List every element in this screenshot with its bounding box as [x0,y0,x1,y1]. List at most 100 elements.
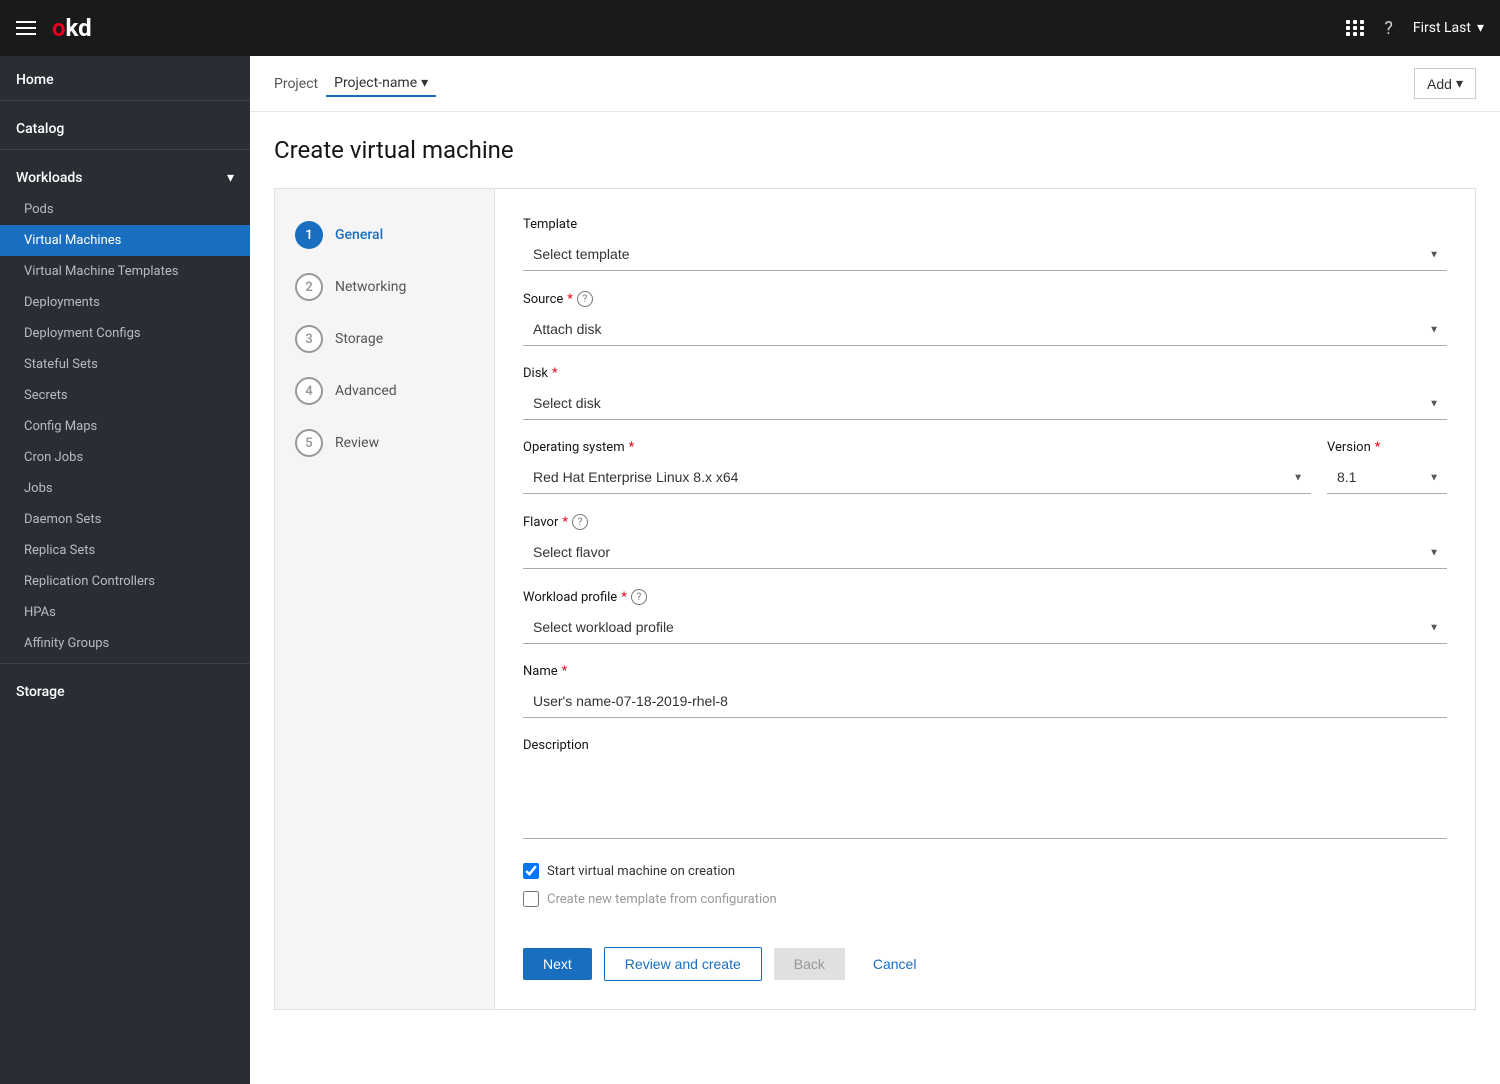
project-select-chevron-icon: ▾ [421,75,428,91]
source-label: Source * ? [523,291,1447,307]
wizard-steps: 1 General 2 Networking 3 Storage 4 Advan… [275,189,495,1009]
sidebar-item-replication-controllers[interactable]: Replication Controllers [0,566,250,597]
version-select-wrapper: 8.1 [1327,461,1447,494]
description-input[interactable] [523,759,1447,839]
next-button[interactable]: Next [523,948,592,980]
disk-label: Disk * [523,366,1447,381]
project-select[interactable]: Project-name ▾ [326,71,436,97]
wizard-step-advanced[interactable]: 4 Advanced [275,365,494,417]
start-vm-checkbox[interactable] [523,863,539,879]
review-and-create-button[interactable]: Review and create [604,947,762,981]
source-field-group: Source * ? Attach disk [523,291,1447,346]
add-button[interactable]: Add ▾ [1414,68,1476,99]
back-button: Back [774,948,845,980]
workload-help-icon[interactable]: ? [631,589,647,605]
step-num-storage: 3 [295,325,323,353]
sidebar-item-virtual-machine-templates[interactable]: Virtual Machine Templates [0,256,250,287]
user-menu-chevron-icon: ▾ [1477,20,1484,36]
flavor-select[interactable]: Select flavor [523,536,1447,569]
sidebar-item-cron-jobs[interactable]: Cron Jobs [0,442,250,473]
step-label-advanced: Advanced [335,383,397,399]
page-content: Create virtual machine 1 General 2 Netwo… [250,112,1500,1034]
help-icon[interactable]: ? [1384,18,1393,39]
name-input[interactable] [523,685,1447,718]
wizard-step-networking[interactable]: 2 Networking [275,261,494,313]
sidebar-item-affinity-groups[interactable]: Affinity Groups [0,628,250,659]
sidebar-item-daemon-sets[interactable]: Daemon Sets [0,504,250,535]
flavor-select-wrapper: Select flavor [523,536,1447,569]
step-num-networking: 2 [295,273,323,301]
sidebar-item-pods[interactable]: Pods [0,194,250,225]
step-num-review: 5 [295,429,323,457]
workload-select[interactable]: Select workload profile [523,611,1447,644]
logo-o: o [52,14,66,42]
sidebar-item-deployment-configs[interactable]: Deployment Configs [0,318,250,349]
new-template-checkbox[interactable] [523,891,539,907]
sidebar-item-config-maps[interactable]: Config Maps [0,411,250,442]
source-select[interactable]: Attach disk [523,313,1447,346]
template-select-wrapper: Select template [523,238,1447,271]
template-select[interactable]: Select template [523,238,1447,271]
logo-kd: kd [66,14,92,42]
os-field-group: Operating system * Red Hat Enterprise Li… [523,440,1447,494]
os-select-wrapper: Red Hat Enterprise Linux 8.x x64 [523,461,1311,494]
project-label: Project [274,76,318,92]
description-label: Description [523,738,1447,753]
sidebar-item-stateful-sets[interactable]: Stateful Sets [0,349,250,380]
step-label-review: Review [335,435,379,451]
hamburger-menu[interactable] [16,21,36,35]
step-label-storage: Storage [335,331,383,347]
sidebar-item-secrets[interactable]: Secrets [0,380,250,411]
os-select[interactable]: Red Hat Enterprise Linux 8.x x64 [523,461,1311,494]
name-label: Name * [523,664,1447,679]
flavor-help-icon[interactable]: ? [572,514,588,530]
template-field-group: Template Select template [523,217,1447,271]
workloads-chevron-icon: ▾ [227,170,234,186]
workload-label: Workload profile * ? [523,589,1447,605]
source-select-wrapper: Attach disk [523,313,1447,346]
sidebar-item-hpas[interactable]: HPAs [0,597,250,628]
disk-select[interactable]: Select disk [523,387,1447,420]
version-required: * [1375,440,1381,455]
sidebar-item-deployments[interactable]: Deployments [0,287,250,318]
workload-required: * [621,590,627,605]
start-vm-checkbox-label: Start virtual machine on creation [547,864,735,879]
add-chevron-icon: ▾ [1456,75,1463,92]
logo[interactable]: o kd [52,14,92,42]
name-required: * [562,664,568,679]
user-name: First Last [1413,20,1471,36]
os-label: Operating system * [523,440,1311,455]
apps-grid-icon[interactable] [1346,20,1364,36]
wizard-step-storage[interactable]: 3 Storage [275,313,494,365]
main-content: Project Project-name ▾ Add ▾ Create virt… [250,56,1500,1084]
os-required: * [629,440,635,455]
wizard-actions: Next Review and create Back Cancel [523,931,1447,981]
template-label: Template [523,217,1447,232]
sidebar-item-replica-sets[interactable]: Replica Sets [0,535,250,566]
workloads-label: Workloads [16,170,82,186]
user-menu[interactable]: First Last ▾ [1413,20,1484,36]
workload-field-group: Workload profile * ? Select workload pro… [523,589,1447,644]
flavor-field-group: Flavor * ? Select flavor [523,514,1447,569]
sidebar-section-workloads[interactable]: Workloads ▾ [0,154,250,194]
sidebar-item-storage[interactable]: Storage [0,668,250,708]
sidebar-item-virtual-machines[interactable]: Virtual Machines [0,225,250,256]
wizard-step-general[interactable]: 1 General [275,209,494,261]
source-required: * [567,292,573,307]
flavor-required: * [562,515,568,530]
version-select[interactable]: 8.1 [1327,461,1447,494]
os-select-group: Operating system * Red Hat Enterprise Li… [523,440,1311,494]
sidebar-item-catalog[interactable]: Catalog [0,105,250,145]
new-template-checkbox-row: Create new template from configuration [523,891,1447,907]
cancel-button[interactable]: Cancel [857,948,933,980]
create-vm-wizard: 1 General 2 Networking 3 Storage 4 Advan… [274,188,1476,1010]
disk-select-wrapper: Select disk [523,387,1447,420]
sidebar-item-jobs[interactable]: Jobs [0,473,250,504]
top-navigation: o kd ? First Last ▾ [0,0,1500,56]
source-help-icon[interactable]: ? [577,291,593,307]
wizard-step-review[interactable]: 5 Review [275,417,494,469]
step-num-general: 1 [295,221,323,249]
home-label: Home [16,72,54,88]
sidebar-item-home[interactable]: Home [0,56,250,96]
workload-select-wrapper: Select workload profile [523,611,1447,644]
